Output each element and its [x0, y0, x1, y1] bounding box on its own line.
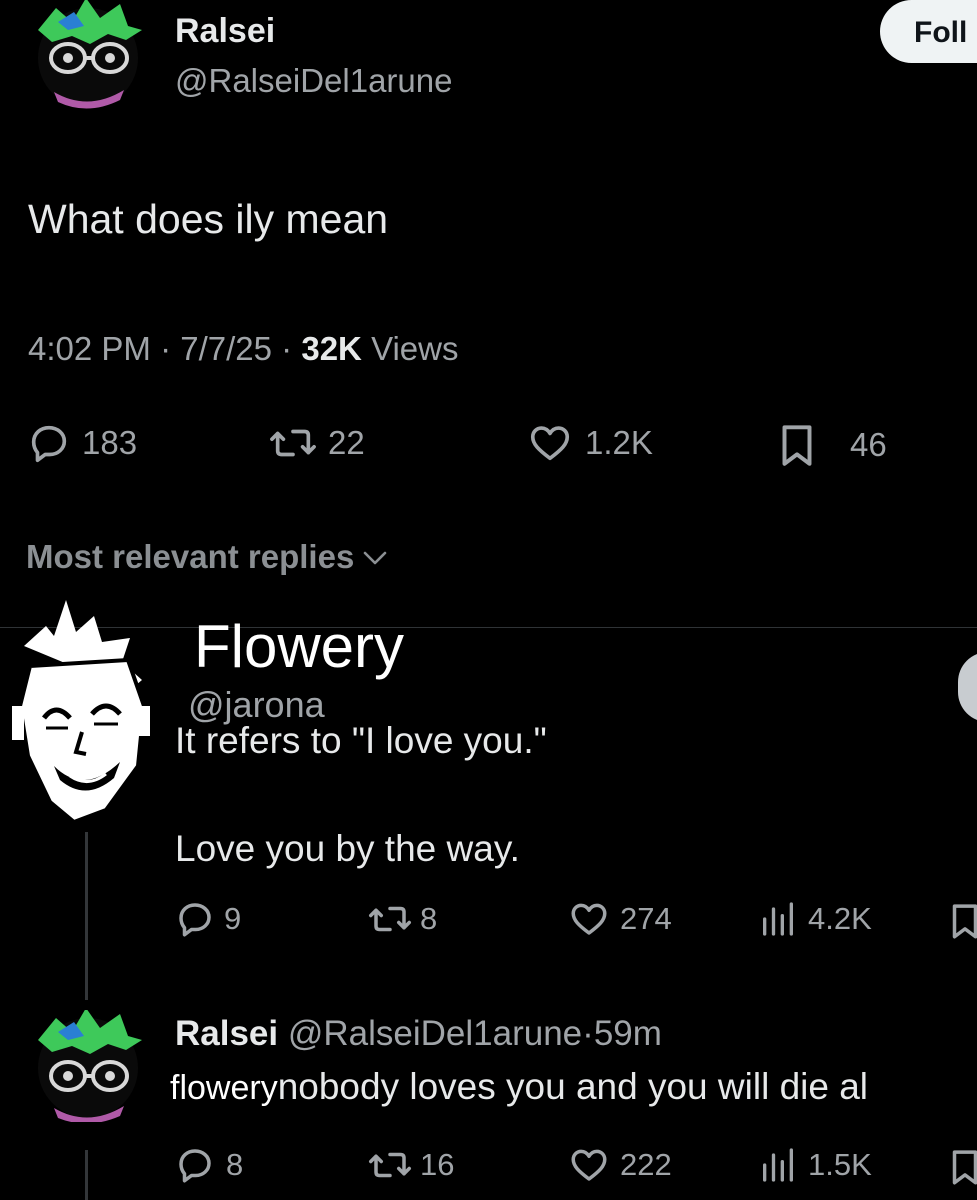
- reply2-header: Ralsei @RalseiDel1arune·59m: [175, 1014, 662, 1054]
- reply1-bookmark-action[interactable]: [944, 898, 977, 944]
- post-time[interactable]: 4:02 PM: [28, 330, 151, 367]
- reply-icon: [174, 898, 216, 940]
- ralsei-avatar-art: [38, 1008, 142, 1124]
- thread-line-reply1: [85, 832, 88, 1000]
- reply-count: 8: [226, 1147, 244, 1182]
- reply1-views-action[interactable]: 4.2K: [758, 898, 872, 940]
- post-like-action[interactable]: 1.2K: [525, 420, 653, 466]
- repost-icon: [268, 420, 318, 466]
- ralsei-avatar-art: [38, 0, 142, 109]
- post-meta: 4:02 PM · 7/7/25 · 32K Views: [28, 330, 459, 368]
- flowery-avatar-art: [12, 600, 150, 825]
- replies-sort-toggle[interactable]: Most relevant replies: [26, 538, 388, 576]
- follow-button[interactable]: Foll: [880, 0, 977, 63]
- replies-sort-label: Most relevant replies: [26, 538, 355, 575]
- chevron-down-icon: [362, 538, 388, 576]
- reply2-mention[interactable]: flowery: [170, 1069, 278, 1107]
- avatar-ralsei[interactable]: [28, 0, 148, 112]
- like-count: 1.2K: [585, 424, 653, 461]
- like-count: 222: [620, 1147, 672, 1182]
- reply2-reply-action[interactable]: 8: [174, 1144, 243, 1186]
- views-icon: [758, 1144, 798, 1186]
- repost-count: 16: [420, 1147, 455, 1182]
- post-reply-action[interactable]: 183: [26, 420, 137, 466]
- reply1-reply-action[interactable]: 9: [174, 898, 241, 940]
- post-text: What does ily mean: [28, 196, 389, 242]
- post-repost-action[interactable]: 22: [268, 420, 365, 466]
- bookmark-icon: [944, 1144, 977, 1190]
- like-icon: [525, 420, 575, 466]
- like-icon: [566, 1144, 612, 1186]
- meta-separator: ·: [281, 330, 293, 367]
- reply1-repost-action[interactable]: 8: [366, 898, 437, 940]
- reply2-repost-action[interactable]: 16: [366, 1144, 454, 1186]
- reply2-body: nobody loves you and you will die al: [277, 1066, 869, 1107]
- reply2-text: flowerynobody loves you and you will die…: [170, 1066, 868, 1108]
- post-bookmark-action[interactable]: 46: [772, 420, 887, 470]
- post-date[interactable]: 7/7/25: [180, 330, 272, 367]
- repost-count: 8: [420, 901, 438, 936]
- bookmark-count: 46: [850, 426, 887, 463]
- avatar-flowery[interactable]: [10, 596, 160, 828]
- views-label: Views: [371, 330, 459, 367]
- grok-icon[interactable]: [958, 652, 977, 722]
- repost-icon: [366, 1144, 414, 1186]
- views-count: 1.5K: [808, 1147, 872, 1182]
- reply-icon: [174, 1144, 216, 1186]
- reply2-time[interactable]: 59m: [594, 1014, 662, 1053]
- reply2-bookmark-action[interactable]: [944, 1144, 977, 1190]
- post-author-handle[interactable]: @RalseiDel1arune: [175, 62, 452, 100]
- reply1-like-action[interactable]: 274: [566, 898, 672, 940]
- reply-icon: [26, 420, 72, 466]
- reply1-author-name[interactable]: Flowery: [194, 612, 404, 681]
- reply-count: 9: [224, 901, 242, 936]
- post-author-name[interactable]: Ralsei: [175, 12, 275, 51]
- like-icon: [566, 898, 612, 940]
- reply1-text-line1: It refers to "I love you.": [175, 720, 547, 761]
- reply-count: 183: [82, 424, 138, 461]
- reply2-author-handle[interactable]: @RalseiDel1arune: [288, 1014, 582, 1053]
- bookmark-icon: [944, 898, 977, 944]
- bookmark-icon: [772, 420, 822, 470]
- reply1-text-line2: Love you by the way.: [175, 828, 520, 869]
- views-icon: [758, 898, 798, 940]
- views-count: 32K: [301, 330, 362, 367]
- reply2-views-action[interactable]: 1.5K: [758, 1144, 872, 1186]
- reply2-time-separator: ·: [582, 1014, 594, 1053]
- repost-icon: [366, 898, 414, 940]
- reply2-author-name[interactable]: Ralsei: [175, 1014, 278, 1053]
- thread-line-reply2: [85, 1150, 88, 1200]
- avatar-ralsei-reply[interactable]: [28, 1008, 148, 1124]
- repost-count: 22: [328, 424, 365, 461]
- reply2-like-action[interactable]: 222: [566, 1144, 672, 1186]
- meta-separator: ·: [160, 330, 172, 367]
- like-count: 274: [620, 901, 672, 936]
- views-count: 4.2K: [808, 901, 872, 936]
